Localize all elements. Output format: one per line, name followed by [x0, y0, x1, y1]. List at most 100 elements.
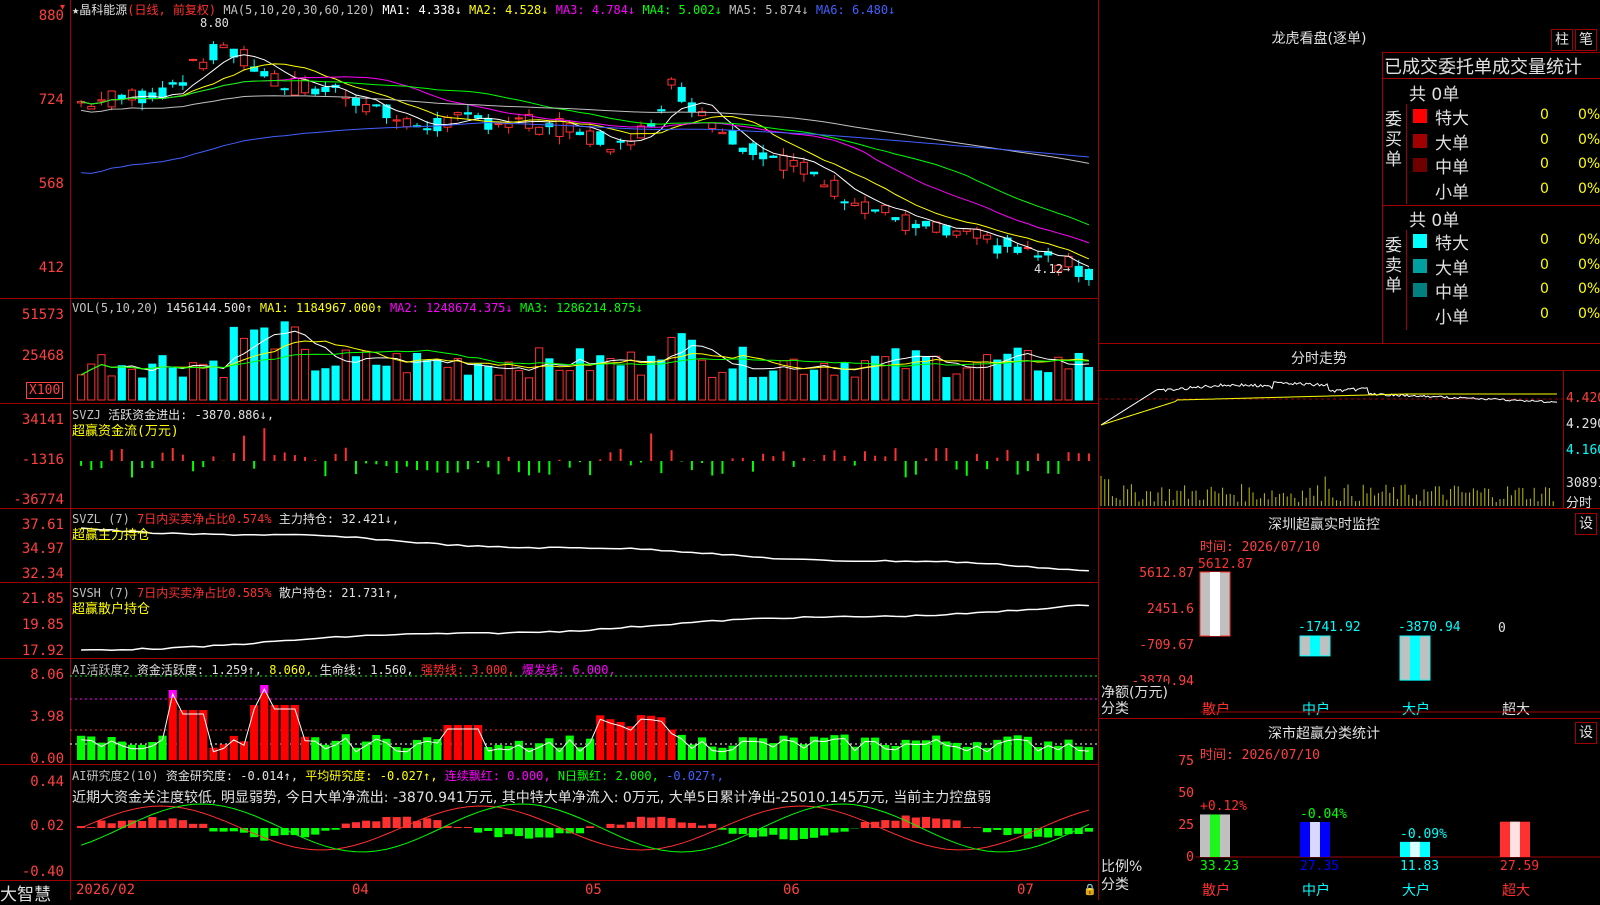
intraday-bottom-line: [1099, 508, 1600, 509]
stat-category-1: 中户: [1302, 880, 1330, 900]
activity-bar: [515, 741, 523, 760]
research-bar: [545, 828, 553, 838]
monitor-bar-highlight-2: [1410, 636, 1420, 680]
candle-body: [760, 153, 767, 159]
activity-bar: [77, 736, 85, 760]
tick-mode-button[interactable]: 笔: [1575, 29, 1597, 51]
volume-bar: [688, 340, 695, 400]
research-bar: [464, 827, 472, 828]
volume-bar: [373, 365, 380, 400]
research-bar: [535, 828, 543, 837]
volume-bar: [78, 375, 85, 400]
candle-body: [576, 132, 583, 134]
price-ytick-3: 412: [0, 260, 64, 276]
svzl-sub: 超赢主力持仓: [72, 524, 150, 543]
research-bar: [800, 828, 808, 839]
candle-body: [790, 160, 797, 166]
ai-act-value: 资金活跃度: 1.259↑,: [137, 663, 262, 677]
research-bar: [169, 818, 177, 828]
candle-body: [953, 231, 960, 235]
candle-body: [617, 141, 624, 142]
volume-bar: [831, 375, 838, 400]
research-bar: [963, 827, 971, 828]
research-bar: [820, 828, 828, 836]
vol-unit[interactable]: X100: [26, 382, 63, 399]
volume-bar: [800, 374, 807, 400]
longhu-tabs[interactable]: 已成交委托单成交量统计: [1384, 53, 1600, 79]
ma-title: MA(5,10,20,30,60,120): [223, 3, 375, 17]
svsh-hold: 散户持仓: 21.731↑,: [279, 586, 399, 600]
activity-bar: [494, 745, 502, 760]
bar-mode-button[interactable]: 柱: [1551, 29, 1573, 51]
activity-bar: [443, 725, 451, 760]
research-bar: [627, 822, 635, 828]
xaxis-label-0: 2026/02: [76, 882, 135, 898]
activity-bar: [220, 744, 228, 760]
candle-body: [973, 229, 980, 238]
candle-body: [800, 162, 807, 174]
activity-bar: [718, 748, 726, 760]
vol-ma3: MA3: 1286214.875↓: [520, 301, 643, 315]
svzl-ytick-0: 37.61: [0, 517, 64, 533]
monitor-bar-highlight-0: [1210, 572, 1220, 636]
volume-bar: [108, 376, 115, 400]
high-mark: 8.80: [200, 16, 229, 30]
activity-bar: [952, 743, 960, 760]
research-bar: [617, 825, 625, 828]
monitor-bottom-line: [1099, 718, 1600, 719]
ai-act-ytick-0: 8.06: [0, 667, 64, 683]
sell-label: 委卖单: [1385, 236, 1403, 296]
research-bar: [393, 817, 401, 828]
buy-count-0: 0: [1540, 104, 1549, 123]
candle-body: [922, 221, 929, 226]
research-bar: [352, 822, 360, 828]
volume-bar: [627, 352, 634, 400]
volume-bar: [444, 367, 451, 400]
buy-pct-3: 0%: [1578, 178, 1600, 197]
candle-body: [678, 87, 685, 101]
activity-bar: [606, 719, 614, 760]
period-label[interactable]: (日线, 前复权): [127, 3, 216, 17]
candle-body: [393, 120, 400, 121]
volume-bar: [1024, 350, 1031, 400]
price-ytick-1: 724: [0, 92, 64, 108]
buy-label: 委买单: [1385, 110, 1403, 170]
research-bar: [881, 820, 889, 828]
candle-body: [454, 113, 461, 115]
volume-bar: [699, 360, 706, 400]
buy-total: 共 0单: [1409, 80, 1459, 105]
candle-body: [749, 144, 756, 155]
volume-bar: [220, 377, 227, 400]
candle-body: [190, 59, 197, 60]
svsh-line: [81, 605, 1089, 650]
candle-body: [464, 113, 471, 114]
volume-bar: [749, 378, 756, 400]
activity-bar: [281, 705, 289, 760]
volume-bar: [678, 334, 685, 400]
brand-logo[interactable]: 大智慧: [0, 880, 51, 905]
stock-name[interactable]: ★晶科能源: [72, 3, 127, 17]
activity-bar: [1044, 741, 1052, 760]
volume-bar: [515, 371, 522, 400]
kline-chart-canvas[interactable]: [0, 0, 1098, 900]
monitor-title: 深圳超赢实时监控: [1099, 514, 1549, 534]
buy-count-3: 0: [1540, 178, 1549, 197]
research-bar: [494, 828, 502, 837]
monitor-settings-button[interactable]: 设: [1575, 513, 1597, 535]
candle-body: [485, 119, 492, 130]
monitor-category-1: 中户: [1302, 699, 1330, 719]
volume-bar: [770, 371, 777, 400]
candle-body: [984, 235, 991, 239]
ai-res-title: AI研究度2(10): [72, 769, 159, 783]
sell-name-2: 中单: [1435, 278, 1469, 303]
stat-settings-button[interactable]: 设: [1575, 722, 1597, 744]
svsh-ytick-1: 19.85: [0, 617, 64, 633]
ai-act-burst: 爆发线: 6.000,: [522, 663, 616, 677]
candle-body: [322, 87, 329, 91]
monitor-bar-1: [1300, 636, 1330, 656]
lock-icon[interactable]: 🔒: [1083, 883, 1097, 896]
buy-pct-0: 0%: [1578, 104, 1600, 123]
research-bar: [790, 828, 798, 840]
research-bar: [769, 828, 777, 835]
intraday-tick-0: 4.420: [1566, 391, 1600, 406]
